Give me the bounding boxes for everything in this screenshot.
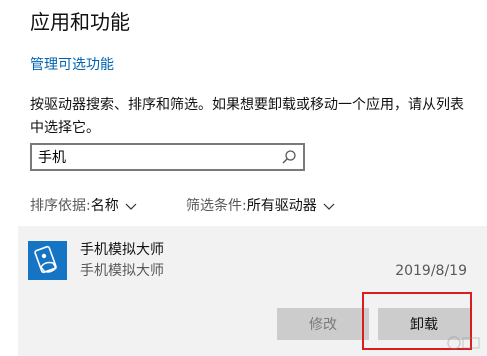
app-publisher: 手机模拟大师 <box>80 263 164 279</box>
filter-by-label: 筛选条件: <box>186 198 247 214</box>
app-name: 手机模拟大师 <box>80 242 164 258</box>
search-input[interactable] <box>38 147 278 167</box>
filter-by-value: 所有驱动器 <box>246 198 317 214</box>
search-icon[interactable] <box>281 149 297 165</box>
app-list-item[interactable]: 手机模拟大师 手机模拟大师 2019/8/19 修改 卸载 <box>18 226 487 356</box>
search-box[interactable] <box>30 143 305 171</box>
manage-optional-features-link[interactable]: 管理可选功能 <box>30 55 114 75</box>
sort-by-dropdown[interactable]: 排序依据: 名称 <box>30 196 137 216</box>
phone-emulator-app-icon <box>28 241 67 280</box>
chevron-down-icon <box>125 203 137 210</box>
apps-and-features-page: 应用和功能 管理可选功能 按驱动器搜索、排序和筛选。如果想要卸载或移动一个应用，… <box>0 0 487 356</box>
page-title: 应用和功能 <box>30 10 130 34</box>
app-install-date: 2019/8/19 <box>395 263 467 279</box>
uninstall-button[interactable]: 卸载 <box>378 308 470 340</box>
modify-button[interactable]: 修改 <box>277 308 369 340</box>
filter-by-dropdown[interactable]: 筛选条件: 所有驱动器 <box>186 196 335 216</box>
chevron-down-icon <box>323 203 335 210</box>
sort-by-value: 名称 <box>90 198 119 214</box>
page-description: 按驱动器搜索、排序和筛选。如果想要卸载或移动一个应用，请从列表中选择它。 <box>30 97 464 136</box>
sort-by-label: 排序依据: <box>30 198 91 214</box>
